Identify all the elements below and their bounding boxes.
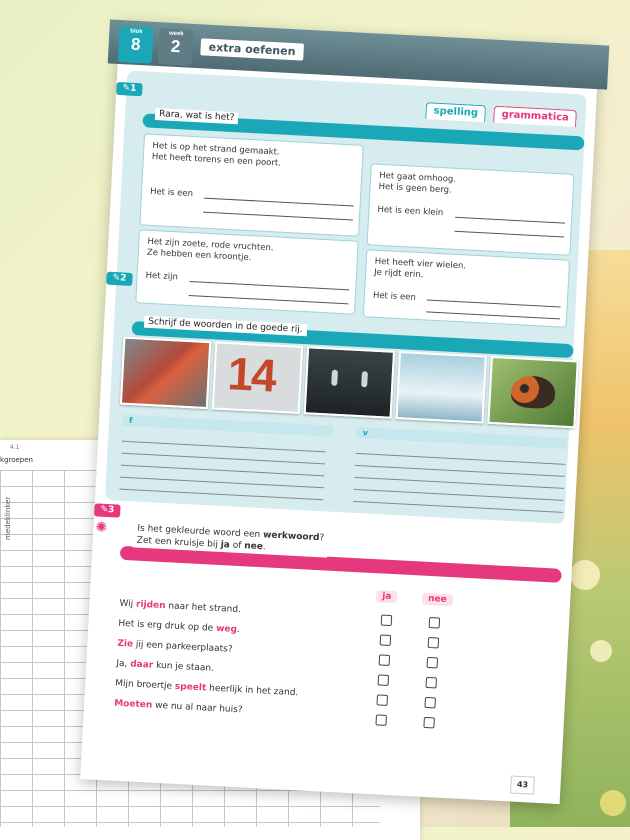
answer-line[interactable] — [188, 294, 349, 305]
back-page-row-label: medeklinker — [4, 496, 12, 540]
exercise-1-number: ✎1 — [116, 81, 143, 97]
question-text: kun je staan. — [152, 660, 215, 674]
exercise-3-number-text: 3 — [107, 505, 115, 516]
question-row: Zie jij een parkeerplaats? — [117, 639, 233, 655]
week-number: 2 — [170, 36, 181, 57]
riddle-box: Het zijn zoete, rode vruchten. Ze hebben… — [135, 229, 359, 315]
ja-checkbox[interactable] — [380, 614, 393, 627]
highlighted-word: daar — [129, 659, 154, 671]
question-row: Mijn broertje speelt heerlijk in het zan… — [115, 679, 299, 699]
answer-prefix: Het zijn — [145, 270, 179, 283]
instruction-text: Zet een kruisje bij — [136, 535, 221, 550]
colander-photo — [395, 351, 487, 424]
question-text: . — [236, 624, 241, 636]
highlighted-word: weg — [215, 623, 238, 635]
blok-tag: blok 8 — [117, 25, 154, 64]
riddle-text: Het zijn zoete, rode vruchten. Ze hebben… — [146, 236, 274, 264]
riddle-text: Het gaat omhoog. Het is geen berg. — [378, 170, 457, 196]
highlighted-word: speelt — [174, 681, 207, 694]
photo-number: 14 — [226, 347, 277, 402]
question-text: we nu al naar huis? — [151, 700, 243, 716]
instruction-text: of — [229, 540, 245, 552]
answer-line[interactable] — [189, 280, 350, 291]
riddle-text: Het is op het strand gemaakt. Het heeft … — [151, 140, 282, 169]
background-flower — [590, 640, 612, 662]
question-text: Ja, — [116, 658, 131, 670]
back-page-tab: 4.1 — [10, 444, 20, 451]
question-row: Moeten we nu al naar huis? — [114, 699, 243, 716]
back-page-column-header: kgroepen — [0, 456, 33, 464]
water-drop — [331, 369, 338, 386]
question-row: Het is erg druk op de weg. — [118, 619, 240, 635]
sparkle-icon: ✺ — [94, 519, 108, 537]
workbook-page: blok 8 week 2 extra oefenen spelling gra… — [80, 19, 610, 805]
highlighted-word: Moeten — [113, 698, 153, 711]
bicycle-bell-photo — [119, 336, 212, 410]
highlighted-word: Zie — [117, 638, 134, 650]
page-number: 43 — [510, 775, 535, 795]
answer-line[interactable] — [455, 216, 566, 224]
background-flower — [600, 790, 626, 816]
instruction-bold: nee — [243, 541, 264, 553]
butterfly-photo — [487, 355, 579, 429]
highlighted-word: rijden — [135, 599, 166, 612]
question-row: Ja, daar kun je staan. — [116, 659, 214, 674]
answer-line[interactable] — [426, 299, 561, 308]
spelling-tag: spelling — [425, 102, 487, 123]
ja-column-header: ja — [375, 590, 398, 604]
answer-prefix: Het is een — [372, 290, 417, 303]
instruction-text: ? — [319, 533, 325, 544]
answer-line[interactable] — [426, 311, 560, 320]
blok-number: 8 — [130, 34, 141, 55]
question-text: Mijn broertje — [114, 678, 176, 692]
exercise-1-number-text: 1 — [129, 83, 137, 94]
answer-line[interactable] — [203, 197, 354, 207]
ja-checkbox[interactable] — [376, 694, 389, 706]
exercise-2-number-text: 2 — [119, 273, 127, 284]
faucet-photo — [303, 346, 396, 419]
riddle-box: Het heeft vier wielen. Je rijdt erin. He… — [362, 249, 571, 328]
ja-checkbox[interactable] — [375, 714, 387, 726]
exercise-2-number: ✎2 — [106, 271, 133, 286]
answer-line[interactable] — [454, 230, 565, 238]
instruction-text: . — [262, 542, 266, 553]
question-text: Wij — [119, 598, 137, 610]
nee-checkbox[interactable] — [426, 656, 439, 669]
riddle-box: Het gaat omhoog. Het is geen berg. Het i… — [366, 163, 575, 256]
answer-prefix: Het is een klein — [377, 204, 444, 219]
ja-checkbox[interactable] — [379, 634, 392, 647]
instruction-bold: werkwoord — [262, 530, 320, 544]
nee-checkbox[interactable] — [424, 696, 436, 709]
question-text: Het is erg druk op de — [118, 618, 217, 634]
answer-line[interactable] — [203, 211, 353, 221]
riddle-box: Het is op het strand gemaakt. Het heeft … — [139, 133, 364, 237]
question-text: naar het strand. — [165, 601, 242, 616]
background-flower — [570, 560, 600, 590]
question-text: heerlijk in het zand. — [205, 683, 299, 699]
week-tag: week 2 — [157, 28, 194, 66]
butterfly-icon — [510, 375, 556, 410]
number-photo: 14 — [211, 341, 304, 414]
nee-checkbox[interactable] — [425, 676, 438, 689]
ja-checkbox[interactable] — [377, 674, 390, 686]
exercise-3-number: ✎3 — [93, 503, 121, 518]
nee-column-header: nee — [421, 592, 454, 607]
exercise-3-title-bar — [119, 545, 562, 583]
nee-checkbox[interactable] — [428, 616, 441, 629]
riddle-text: Het heeft vier wielen. Je rijdt erin. — [373, 256, 467, 281]
water-drop — [361, 371, 368, 388]
nee-checkbox[interactable] — [423, 716, 435, 729]
ja-checkbox[interactable] — [378, 654, 391, 666]
question-row: Wij rijden naar het strand. — [119, 599, 241, 615]
question-text: jij een parkeerplaats? — [132, 639, 233, 655]
answer-prefix: Het is een — [149, 186, 194, 200]
nee-checkbox[interactable] — [427, 636, 440, 649]
